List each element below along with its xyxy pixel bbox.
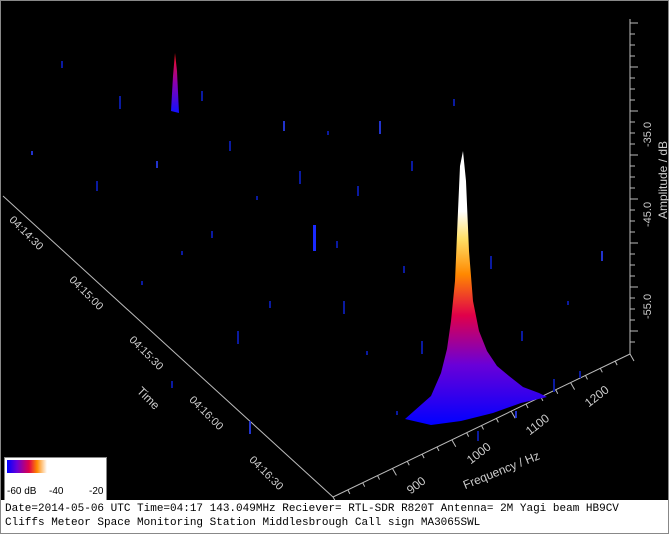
legend-tick-min: -60 dB bbox=[7, 486, 37, 497]
color-scale-bar bbox=[7, 460, 47, 473]
frequency-tick-mark bbox=[451, 439, 457, 448]
noise-speck bbox=[477, 431, 479, 441]
amplitude-tick: -35.0 bbox=[642, 121, 654, 147]
frequency-tick-mark bbox=[525, 403, 529, 409]
frequency-tick-mark bbox=[585, 375, 588, 380]
frequency-tick-mark bbox=[406, 461, 410, 466]
frequency-tick-mark bbox=[495, 418, 499, 423]
frequency-tick-mark bbox=[481, 425, 484, 430]
frequency-tick-mark bbox=[570, 382, 576, 390]
noise-speck bbox=[141, 281, 143, 285]
noise-speck bbox=[396, 411, 398, 415]
noise-speck bbox=[61, 61, 63, 68]
noise-speck bbox=[256, 196, 258, 200]
waterfall-3d-plot bbox=[2, 19, 638, 501]
noise-speck bbox=[411, 161, 413, 171]
noise-speck bbox=[201, 91, 203, 101]
spectrum-window: 04:14:30 04:15:00 04:15:30 04:16:00 04:1… bbox=[0, 0, 669, 534]
station-caption: Date=2014-05-06 UTC Time=04:17 143.049MH… bbox=[1, 500, 668, 533]
noise-speck bbox=[567, 301, 569, 305]
noise-speck bbox=[601, 251, 603, 261]
noise-speck bbox=[453, 99, 455, 106]
frequency-tick-mark bbox=[436, 446, 440, 452]
noise-speck bbox=[357, 186, 359, 196]
noise-speck bbox=[249, 421, 251, 434]
noise-speck bbox=[269, 301, 271, 308]
amplitude-tick-marks bbox=[630, 22, 638, 343]
carrier-peak bbox=[405, 151, 547, 425]
noise-speck bbox=[156, 161, 158, 168]
amplitude-tick: -55.0 bbox=[642, 293, 654, 319]
noise-speck bbox=[343, 301, 345, 314]
noise-speck bbox=[327, 131, 329, 135]
frequency-tick-mark bbox=[629, 353, 635, 362]
noise-speck bbox=[421, 341, 423, 354]
frequency-tick-mark bbox=[347, 489, 351, 495]
frequency-tick-mark bbox=[599, 368, 603, 373]
meteor-echo-blue-streak bbox=[313, 225, 316, 251]
noise-speck bbox=[119, 96, 121, 109]
noise-speck bbox=[366, 351, 368, 355]
caption-line-1: Date=2014-05-06 UTC Time=04:17 143.049MH… bbox=[5, 503, 619, 515]
amplitude-axis-label: Amplitude / dB bbox=[656, 140, 669, 219]
noise-speck bbox=[521, 331, 523, 341]
frequency-tick-mark bbox=[391, 468, 397, 476]
noise-speck bbox=[336, 241, 338, 248]
amplitude-tick: -45.0 bbox=[642, 201, 654, 227]
caption-line-2: Cliffs Meteor Space Monitoring Station M… bbox=[5, 517, 481, 529]
frequency-tick-mark bbox=[362, 482, 366, 487]
noise-speck bbox=[579, 371, 581, 378]
time-axis-line bbox=[2, 195, 334, 498]
noise-speck bbox=[490, 256, 492, 269]
noise-speck bbox=[283, 121, 285, 131]
noise-speck bbox=[515, 411, 517, 418]
noise-speck bbox=[299, 171, 301, 184]
frequency-tick-mark bbox=[421, 453, 425, 459]
noise-speck bbox=[31, 151, 33, 155]
legend-tick-mid: -40 bbox=[49, 486, 64, 497]
noise-speck bbox=[96, 181, 98, 191]
legend-tick-max: -20 bbox=[89, 486, 104, 497]
frequency-tick-mark bbox=[377, 475, 380, 480]
noise-speck bbox=[171, 381, 173, 388]
noise-speck bbox=[181, 251, 183, 255]
noise-speck bbox=[211, 231, 213, 238]
color-scale-legend: -60 dB -40 -20 bbox=[4, 457, 107, 501]
noise-speck bbox=[403, 266, 405, 273]
frequency-tick-mark bbox=[466, 432, 470, 437]
noise-speck bbox=[553, 379, 555, 392]
meteor-echo-small bbox=[171, 53, 179, 113]
noise-speck bbox=[379, 121, 381, 134]
frequency-tick-mark bbox=[555, 389, 559, 394]
frequency-tick-mark bbox=[510, 410, 516, 419]
noise-speck bbox=[229, 141, 231, 151]
noise-speck bbox=[237, 331, 239, 344]
frequency-tick-mark bbox=[614, 360, 618, 366]
